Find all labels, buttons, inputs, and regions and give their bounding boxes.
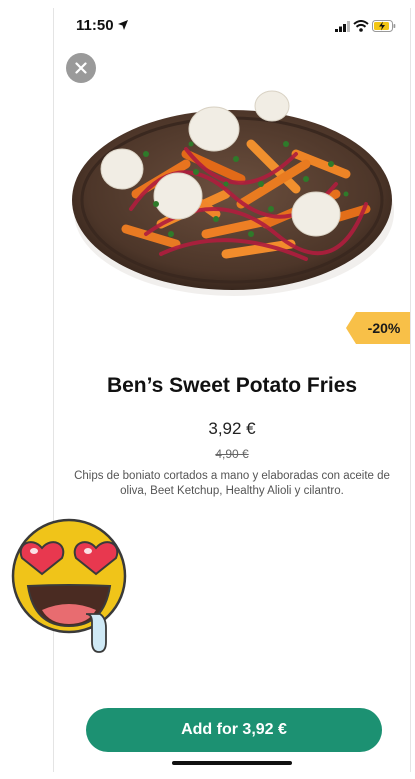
product-title: Ben’s Sweet Potato Fries [106,374,358,397]
discount-badge: -20% [346,312,410,344]
product-old-price: 4,90 € [215,447,249,461]
heart-eyes-drooling-emoji [11,518,127,653]
product-description: Chips de boniato cortados a mano y elabo… [74,470,390,497]
location-arrow-icon [118,20,128,30]
wifi-icon [353,20,369,32]
discount-label: -20% [367,320,401,336]
signal-icon [335,21,350,32]
add-to-cart-button[interactable]: Add for 3,92 € [86,708,382,752]
product-image [72,90,394,296]
status-bar: 11:50 [54,8,410,44]
battery-charging-icon [372,20,396,32]
status-time: 11:50 [76,17,114,34]
product-price: 3,92 € [208,419,256,438]
home-indicator [172,761,292,765]
close-button[interactable] [66,53,96,83]
close-icon [75,62,87,74]
